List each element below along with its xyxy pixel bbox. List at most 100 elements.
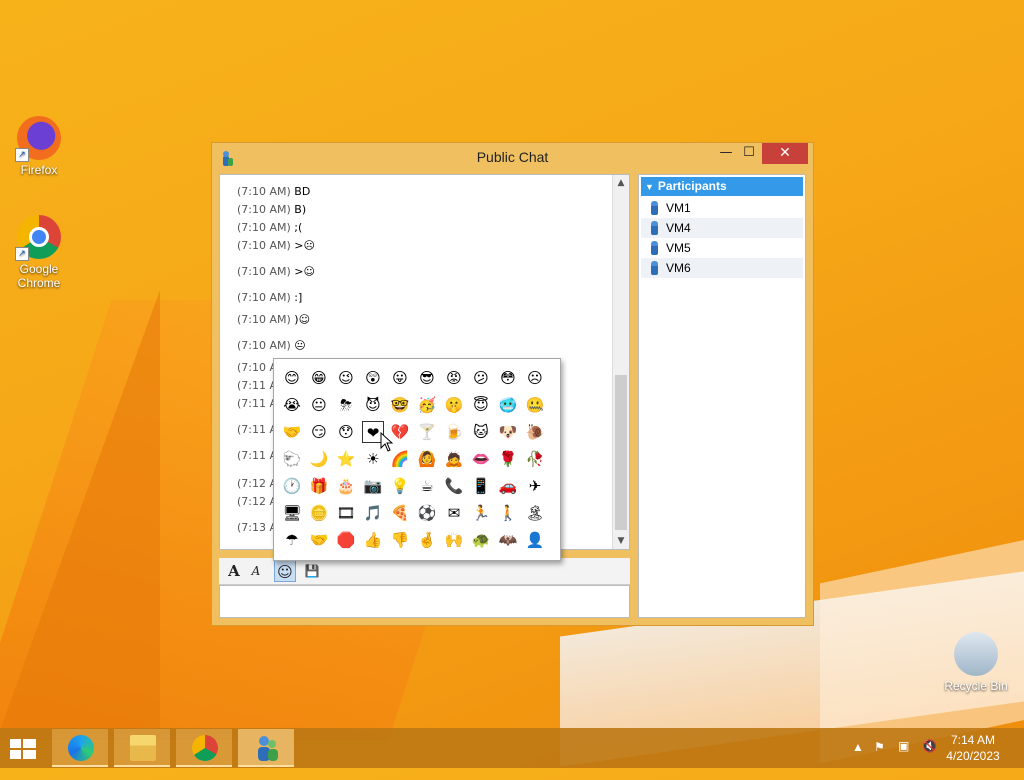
emoticon-cell[interactable]: 🦇 xyxy=(497,529,519,551)
message-time: (7:10 AM) xyxy=(237,265,291,278)
start-button[interactable] xyxy=(8,737,38,761)
emoticon-cell[interactable]: 🐑 xyxy=(281,448,303,470)
emoticon-cell[interactable]: ✈ xyxy=(524,475,546,497)
scroll-down-arrow-icon[interactable]: ▼ xyxy=(613,533,629,549)
emoticon-cell[interactable]: 😡 xyxy=(443,367,465,389)
emoticon-cell[interactable]: 🌹 xyxy=(497,448,519,470)
desktop-icon-recycle-bin[interactable]: Recycle Bin xyxy=(938,632,1014,693)
emoticon-cell[interactable]: 🚗 xyxy=(497,475,519,497)
emoticon-cell[interactable]: 😛 xyxy=(389,367,411,389)
tray-overflow-button[interactable]: ▲ xyxy=(852,740,864,780)
emoticon-cell[interactable]: 👎 xyxy=(389,529,411,551)
emoticon-cell[interactable]: 😈 xyxy=(362,394,384,416)
participant-item[interactable]: VM5 xyxy=(641,238,803,258)
emoticon-button[interactable]: ☺ xyxy=(274,560,296,582)
emoticon-cell[interactable]: 🤝 xyxy=(308,529,330,551)
close-button[interactable]: ✕ xyxy=(762,143,808,164)
emoticon-cell[interactable]: 📞 xyxy=(443,475,465,497)
taskbar-file-explorer[interactable] xyxy=(114,729,170,767)
emoticon-cell[interactable]: 🙌 xyxy=(443,529,465,551)
save-button[interactable]: 💾 xyxy=(301,560,323,582)
emoticon-cell[interactable]: 🏝 xyxy=(524,502,546,524)
volume-muted-icon[interactable]: 🔇 xyxy=(922,739,937,779)
clock-date: 4/20/2023 xyxy=(946,749,1000,763)
emoticon-cell[interactable]: 😯 xyxy=(335,421,357,443)
participant-item[interactable]: VM1 xyxy=(641,198,803,218)
emoticon-cell[interactable]: 🤫 xyxy=(443,394,465,416)
emoticon-cell[interactable]: 💡 xyxy=(389,475,411,497)
emoticon-cell[interactable]: 😊 xyxy=(281,367,303,389)
emoticon-cell[interactable]: 😁 xyxy=(308,367,330,389)
emoticon-cell[interactable]: 🎞 xyxy=(335,502,357,524)
emoticon-cell[interactable]: 🤝 xyxy=(281,421,303,443)
emoticon-cell[interactable]: 😉 xyxy=(335,367,357,389)
emoticon-cell[interactable]: 🐢 xyxy=(470,529,492,551)
emoticon-cell[interactable]: 🐌 xyxy=(524,421,546,443)
emoticon-cell[interactable]: ⭐ xyxy=(335,448,357,470)
emoticon-cell[interactable]: 🏃 xyxy=(470,502,492,524)
emoticon-cell[interactable]: 👤 xyxy=(524,529,546,551)
message-input[interactable] xyxy=(219,585,630,618)
emoticon-cell[interactable]: 🌙 xyxy=(308,448,330,470)
emoticon-cell[interactable]: ☕ xyxy=(416,475,438,497)
scroll-thumb[interactable] xyxy=(615,375,627,530)
message-time: (7:10 AM) xyxy=(237,313,291,326)
desktop-icon-label: Google Chrome xyxy=(17,262,61,290)
emoticon-cell[interactable]: 🚶 xyxy=(497,502,519,524)
participant-item[interactable]: VM6 xyxy=(641,258,803,278)
emoticon-cell[interactable]: 🖥 xyxy=(281,502,303,524)
emoticon-cell[interactable]: 🎂 xyxy=(335,475,357,497)
chat-scrollbar[interactable]: ▲ ▼ xyxy=(612,175,629,549)
emoticon-cell[interactable]: 😏 xyxy=(308,421,330,443)
emoticon-cell[interactable]: ⛈ xyxy=(335,394,357,416)
emoticon-cell[interactable]: 🍸 xyxy=(416,421,438,443)
emoticon-cell[interactable]: 🥳 xyxy=(416,394,438,416)
desktop-icon-chrome[interactable]: ↗ Google Chrome xyxy=(3,215,75,290)
emoticon-cell[interactable]: 😇 xyxy=(470,394,492,416)
taskbar-edge[interactable] xyxy=(52,729,108,767)
taskbar-chat-app[interactable] xyxy=(238,729,294,767)
emoticon-cell[interactable]: 🤞 xyxy=(416,529,438,551)
emoticon-cell[interactable]: 🥶 xyxy=(497,394,519,416)
emoticon-cell[interactable]: 👄 xyxy=(470,448,492,470)
taskbar-clock[interactable]: 7:14 AM 4/20/2023 xyxy=(938,732,1008,772)
emoticon-cell[interactable]: ⚽ xyxy=(416,502,438,524)
participants-header[interactable]: ▼ Participants xyxy=(641,177,803,196)
scroll-up-arrow-icon[interactable]: ▲ xyxy=(613,175,629,191)
emoticon-cell[interactable]: 🪙 xyxy=(308,502,330,524)
emoticon-cell[interactable]: 📷 xyxy=(362,475,384,497)
emoticon-cell[interactable]: 😎 xyxy=(416,367,438,389)
emoticon-cell[interactable]: 🙇 xyxy=(443,448,465,470)
maximize-button[interactable]: ☐ xyxy=(735,143,763,164)
emoticon-cell[interactable]: 😳 xyxy=(497,367,519,389)
font-color-button[interactable]: A xyxy=(245,560,267,582)
desktop-icon-firefox[interactable]: ↗ Firefox xyxy=(3,116,75,177)
emoticon-cell[interactable]: 📱 xyxy=(470,475,492,497)
emoticon-cell[interactable]: 🕐 xyxy=(281,475,303,497)
emoticon-cell[interactable]: ✉ xyxy=(443,502,465,524)
emoticon-cell[interactable]: 😲 xyxy=(362,367,384,389)
title-bar[interactable]: Public Chat — ☐ ✕ xyxy=(212,143,813,173)
emoticon-cell[interactable]: 🛑 xyxy=(335,529,357,551)
emoticon-cell[interactable]: 😐 xyxy=(308,394,330,416)
emoticon-cell[interactable]: ☂ xyxy=(281,529,303,551)
participant-item[interactable]: VM4 xyxy=(641,218,803,238)
emoticon-cell[interactable]: 🍺 xyxy=(443,421,465,443)
emoticon-cell[interactable]: 🙆 xyxy=(416,448,438,470)
emoticon-cell[interactable]: 🥀 xyxy=(524,448,546,470)
emoticon-cell[interactable]: 🎵 xyxy=(362,502,384,524)
font-button[interactable]: A xyxy=(223,560,245,582)
emoticon-cell[interactable]: 🐱 xyxy=(470,421,492,443)
taskbar-chrome[interactable] xyxy=(176,729,232,767)
network-icon[interactable]: ▣ xyxy=(898,739,909,779)
emoticon-cell[interactable]: 🍕 xyxy=(389,502,411,524)
action-center-flag-icon[interactable]: ⚑ xyxy=(874,740,885,780)
emoticon-cell[interactable]: 🤐 xyxy=(524,394,546,416)
emoticon-cell[interactable]: 😭 xyxy=(281,394,303,416)
emoticon-cell[interactable]: 🐶 xyxy=(497,421,519,443)
emoticon-cell[interactable]: ☹ xyxy=(524,367,546,389)
emoticon-cell[interactable]: 🎁 xyxy=(308,475,330,497)
emoticon-cell[interactable]: 🤓 xyxy=(389,394,411,416)
emoticon-cell[interactable]: 👍 xyxy=(362,529,384,551)
emoticon-cell[interactable]: 😕 xyxy=(470,367,492,389)
